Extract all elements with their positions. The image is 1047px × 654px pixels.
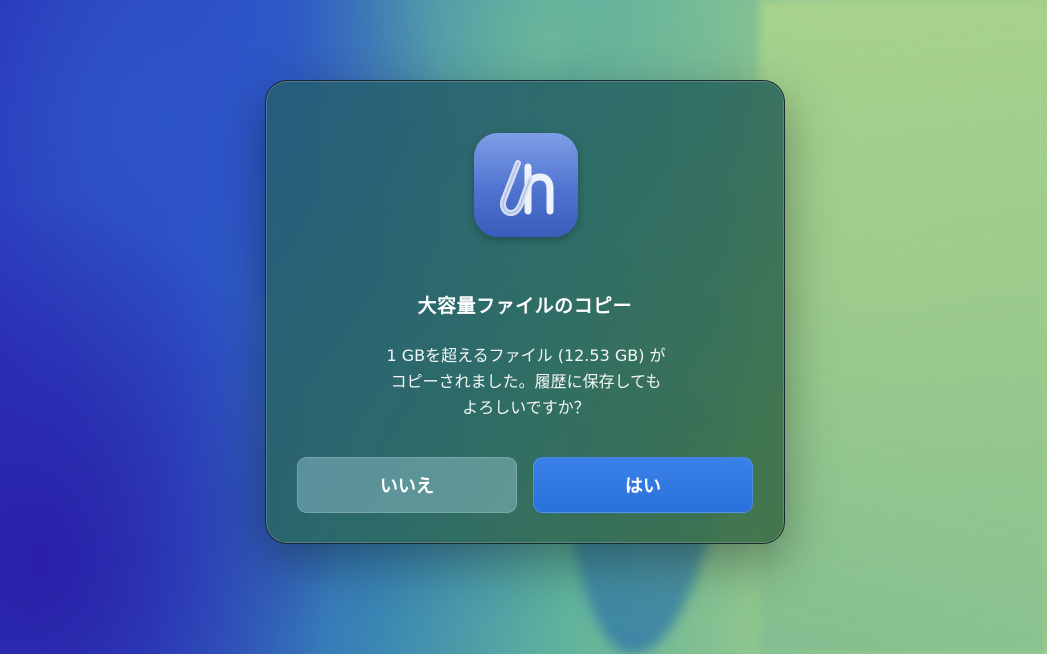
dialog-title: 大容量ファイルのコピー — [417, 295, 633, 317]
no-button[interactable]: いいえ — [297, 457, 517, 513]
message-line: 1 GBを超えるファイル (12.53 GB) が — [386, 346, 666, 365]
app-icon — [474, 133, 578, 237]
message-line: コピーされました。履歴に保存しても — [390, 372, 662, 391]
yes-button[interactable]: はい — [533, 457, 753, 513]
message-line: よろしいですか？ — [462, 398, 590, 417]
link-h-icon — [499, 160, 554, 216]
wallpaper-wave — [760, 0, 1047, 654]
alert-dialog: 大容量ファイルのコピー 1 GBを超えるファイル (12.53 GB) が コピ… — [265, 80, 785, 544]
dialog-message: 1 GBを超えるファイル (12.53 GB) が コピーされました。履歴に保存… — [326, 343, 726, 421]
